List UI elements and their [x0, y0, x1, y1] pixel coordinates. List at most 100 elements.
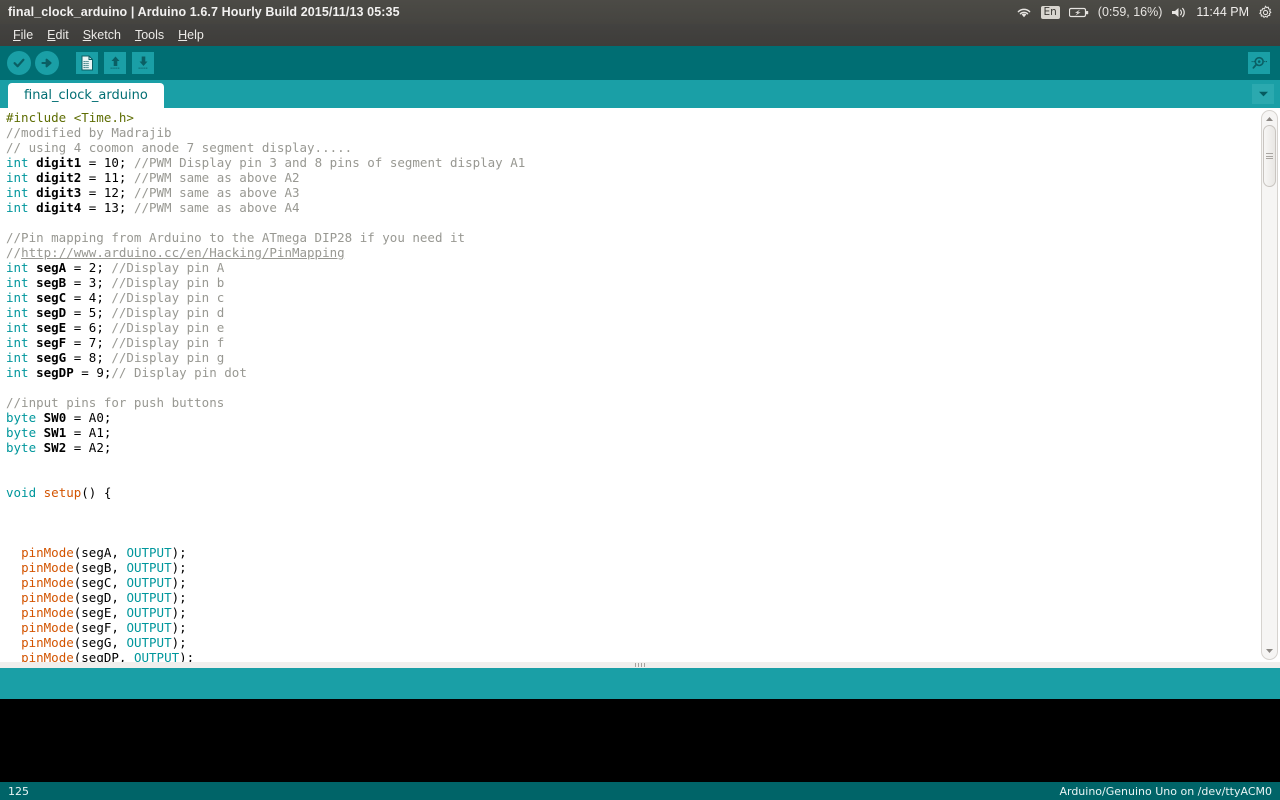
menu-item-file[interactable]: File: [6, 27, 40, 44]
code-token: http://www.arduino.cc/en/Hacking/PinMapp…: [21, 245, 345, 260]
code-line: int segD = 5; //Display pin d: [6, 305, 1256, 320]
code-line: //input pins for push buttons: [6, 395, 1256, 410]
scroll-up-arrow-icon[interactable]: [1262, 112, 1277, 126]
volume-icon[interactable]: [1171, 6, 1187, 19]
code-token: (segE,: [73, 605, 127, 620]
code-token: OUTPUT: [126, 635, 172, 650]
code-token: int: [6, 320, 29, 335]
code-token: = 8;: [66, 350, 112, 365]
code-token: // using 4 coomon anode 7 segment displa…: [6, 140, 353, 155]
code-token: (segA,: [73, 545, 127, 560]
code-content[interactable]: #include <Time.h>//modified by Madrajib /…: [6, 110, 1256, 662]
save-sketch-button[interactable]: [130, 50, 156, 76]
code-token: int: [6, 350, 29, 365]
verify-button[interactable]: [6, 50, 32, 76]
code-token: = 3;: [66, 275, 112, 290]
code-line: pinMode(segA, OUTPUT);: [6, 545, 1256, 560]
code-line: byte SW1 = A1;: [6, 425, 1256, 440]
code-token: OUTPUT: [133, 650, 180, 662]
code-line: int segE = 6; //Display pin e: [6, 320, 1256, 335]
code-token: pinMode: [21, 650, 74, 662]
code-token: = 2;: [66, 260, 112, 275]
code-line: pinMode(segG, OUTPUT);: [6, 635, 1256, 650]
code-line: int digit1 = 10; //PWM Display pin 3 and…: [6, 155, 1256, 170]
editor-vertical-scrollbar[interactable]: [1261, 110, 1278, 660]
code-token: pinMode: [21, 545, 74, 560]
code-line: int segF = 7; //Display pin f: [6, 335, 1256, 350]
code-token: () {: [81, 485, 112, 500]
code-token: byte: [6, 410, 37, 425]
menu-item-help[interactable]: Help: [171, 27, 211, 44]
code-token: (segB,: [73, 560, 127, 575]
menu-item-tools[interactable]: Tools: [128, 27, 171, 44]
code-token: segC: [36, 290, 67, 305]
code-token: = 13;: [81, 200, 134, 215]
code-line: //Pin mapping from Arduino to the ATmega…: [6, 230, 1256, 245]
code-token: setup: [43, 485, 82, 500]
code-line: //http://www.arduino.cc/en/Hacking/PinMa…: [6, 245, 1256, 260]
code-token: (segF,: [73, 620, 127, 635]
code-token: digit2: [36, 170, 82, 185]
code-token: digit4: [36, 200, 82, 215]
scroll-down-arrow-icon[interactable]: [1262, 644, 1277, 658]
code-token: );: [171, 605, 187, 620]
console-output[interactable]: [0, 699, 1280, 782]
arduino-ide-window: final_clock_arduino | Arduino 1.6.7 Hour…: [0, 0, 1280, 800]
code-token: SW0: [43, 410, 67, 425]
code-token: int: [6, 335, 29, 350]
code-token: = 7;: [66, 335, 112, 350]
serial-monitor-button[interactable]: [1246, 50, 1272, 76]
menu-label: ile: [20, 27, 34, 42]
code-token: OUTPUT: [126, 575, 172, 590]
code-token: = 5;: [66, 305, 112, 320]
gear-icon[interactable]: [1258, 5, 1273, 20]
code-token: //: [6, 245, 22, 260]
code-token: segF: [36, 335, 67, 350]
code-token: );: [171, 545, 187, 560]
title-bar: final_clock_arduino | Arduino 1.6.7 Hour…: [0, 0, 1280, 24]
code-token: //PWM same as above A2: [133, 170, 300, 185]
battery-icon[interactable]: [1068, 7, 1089, 18]
menu-mnemonic: H: [178, 27, 188, 42]
menu-item-sketch[interactable]: Sketch: [76, 27, 128, 44]
editor-scroll-thumb[interactable]: [1263, 125, 1276, 187]
clock-label[interactable]: 11:44 PM: [1196, 5, 1249, 19]
wifi-icon[interactable]: [1016, 6, 1032, 19]
code-token: );: [171, 620, 187, 635]
code-token: );: [171, 560, 187, 575]
tab-strip: final_clock_arduino: [0, 80, 1280, 108]
code-line: int digit3 = 12; //PWM same as above A3: [6, 185, 1256, 200]
code-token: = 10;: [81, 155, 134, 170]
open-sketch-button[interactable]: [102, 50, 128, 76]
menu-item-edit[interactable]: Edit: [40, 27, 76, 44]
tab-menu-button[interactable]: [1252, 84, 1274, 104]
toolbar: [0, 46, 1280, 80]
code-editor[interactable]: #include <Time.h>//modified by Madrajib /…: [0, 108, 1280, 662]
new-sketch-button[interactable]: [74, 50, 100, 76]
keyboard-layout-indicator[interactable]: En: [1040, 5, 1060, 19]
new-document-icon: [76, 52, 98, 74]
code-token: = 11;: [81, 170, 134, 185]
upload-button[interactable]: [34, 50, 60, 76]
code-line: int segB = 3; //Display pin b: [6, 275, 1256, 290]
arrow-up-icon: [104, 52, 126, 74]
code-token: void: [6, 485, 37, 500]
code-line: int segA = 2; //Display pin A: [6, 260, 1256, 275]
tab-final-clock-arduino[interactable]: final_clock_arduino: [8, 83, 164, 108]
menu-label: dit: [55, 27, 69, 42]
code-token: (segG,: [73, 635, 127, 650]
